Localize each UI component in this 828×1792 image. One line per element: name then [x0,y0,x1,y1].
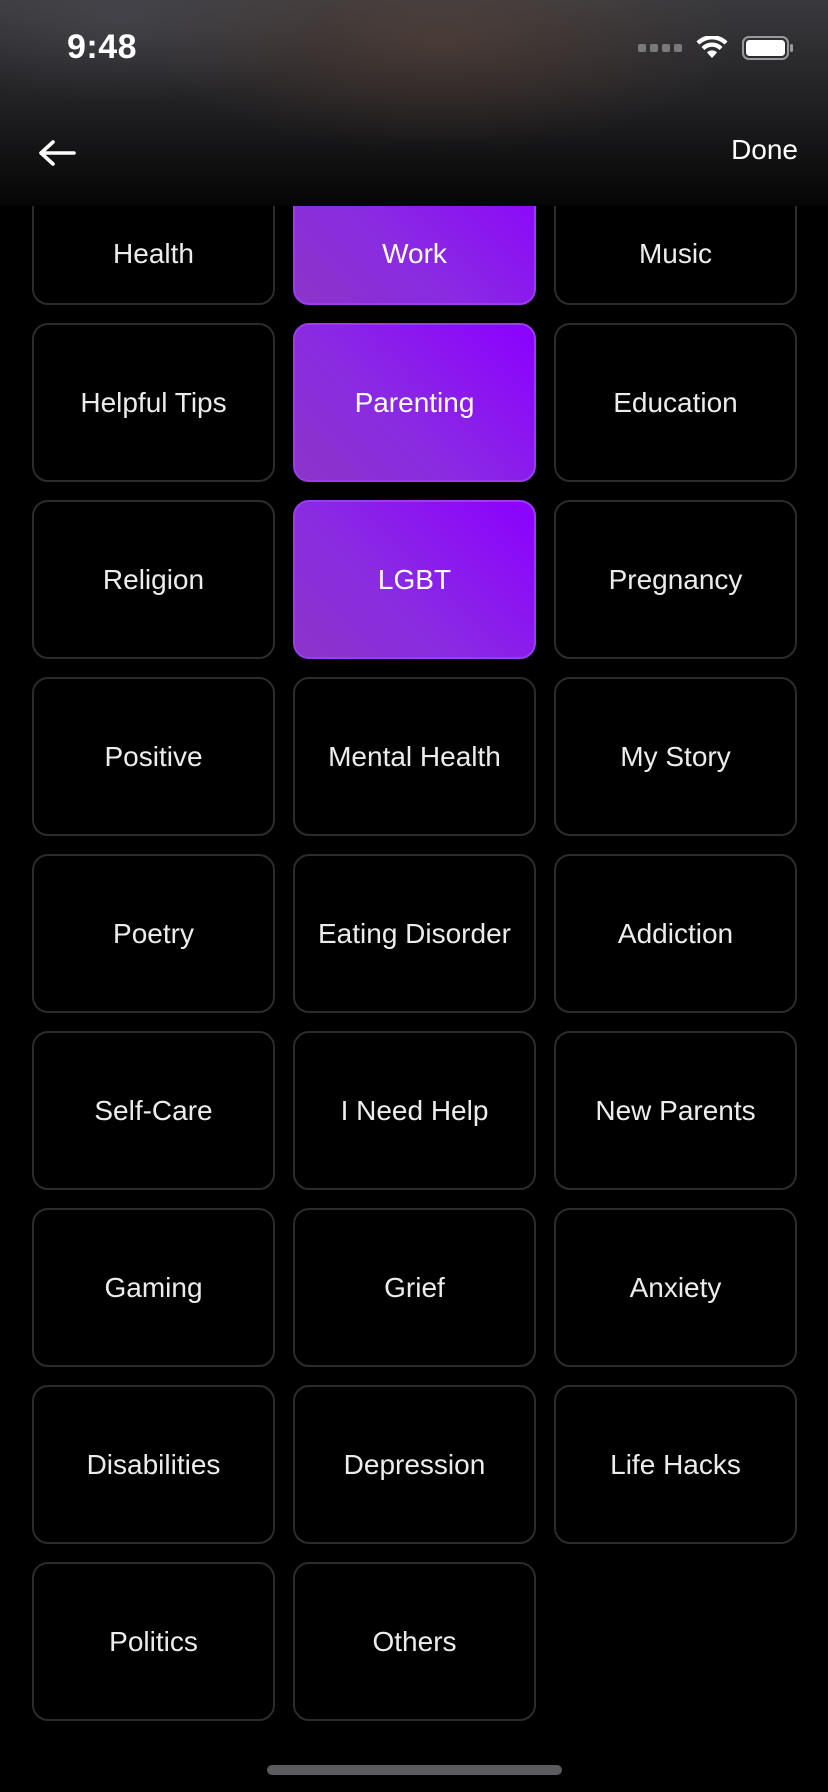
category-tile-parenting[interactable]: Parenting [293,323,536,482]
category-label: Depression [343,1448,486,1480]
category-tile-lgbt[interactable]: LGBT [293,500,536,659]
category-label: Music [638,238,713,269]
category-tile-depression[interactable]: Depression [293,1385,536,1544]
category-tile-positive[interactable]: Positive [32,677,275,836]
category-tile-politics[interactable]: Politics [32,1562,275,1721]
category-label: Parenting [354,386,475,418]
category-tile-others[interactable]: Others [293,1562,536,1721]
category-tile-mental-health[interactable]: Mental Health [293,677,536,836]
category-label: Anxiety [629,1271,722,1303]
cellular-signal-icon [638,44,682,52]
category-label: Mental Health [328,740,501,772]
category-label: Disabilities [86,1448,221,1480]
category-tile-addiction[interactable]: Addiction [554,854,797,1013]
done-button[interactable]: Done [731,134,798,166]
category-tile-religion[interactable]: Religion [32,500,275,659]
category-label: Self-Care [94,1094,213,1126]
category-label: Health [113,238,194,269]
category-tile-helpful-tips[interactable]: Helpful Tips [32,323,275,482]
home-indicator[interactable] [267,1765,562,1775]
category-label: Work [382,238,447,269]
category-label: Education [613,386,738,418]
category-label: LGBT [377,563,452,595]
category-label: Gaming [104,1271,203,1303]
category-label: Others [372,1625,457,1657]
category-tile-eating-disorder[interactable]: Eating Disorder [293,854,536,1013]
category-label: Grief [384,1271,445,1303]
category-tile-new-parents[interactable]: New Parents [554,1031,797,1190]
category-tile-education[interactable]: Education [554,323,797,482]
screen: 9:48 Done Health Work Music Helpful Tips Par… [0,0,828,1792]
category-label: Addiction [617,917,734,949]
status-time: 9:48 [67,28,138,66]
category-tile-my-story[interactable]: My Story [554,677,797,836]
category-label: Pregnancy [608,563,743,595]
category-tile-i-need-help[interactable]: I Need Help [293,1031,536,1190]
category-grid: Health Work Music Helpful Tips Parenting Educ… [32,150,797,1721]
category-tile-disabilities[interactable]: Disabilities [32,1385,275,1544]
category-tile-grief[interactable]: Grief [293,1208,536,1367]
category-label: Politics [109,1625,198,1657]
category-tile-anxiety[interactable]: Anxiety [554,1208,797,1367]
battery-icon [742,36,793,60]
category-tile-poetry[interactable]: Poetry [32,854,275,1013]
category-label: Eating Disorder [318,917,511,949]
status-icons [638,36,794,60]
category-tile-self-care[interactable]: Self-Care [32,1031,275,1190]
category-label: Life Hacks [610,1448,741,1480]
category-label: Poetry [113,917,194,949]
header: 9:48 Done [0,0,828,206]
wifi-icon [696,36,728,58]
category-label: Positive [104,740,203,772]
category-label: Religion [102,563,205,595]
arrow-left-icon [39,140,76,166]
category-tile-life-hacks[interactable]: Life Hacks [554,1385,797,1544]
category-label: Helpful Tips [80,386,227,418]
category-tile-gaming[interactable]: Gaming [32,1208,275,1367]
category-label: New Parents [595,1094,756,1126]
category-label: I Need Help [340,1094,489,1126]
back-button[interactable] [34,130,80,176]
category-tile-pregnancy[interactable]: Pregnancy [554,500,797,659]
category-label: My Story [620,740,731,772]
